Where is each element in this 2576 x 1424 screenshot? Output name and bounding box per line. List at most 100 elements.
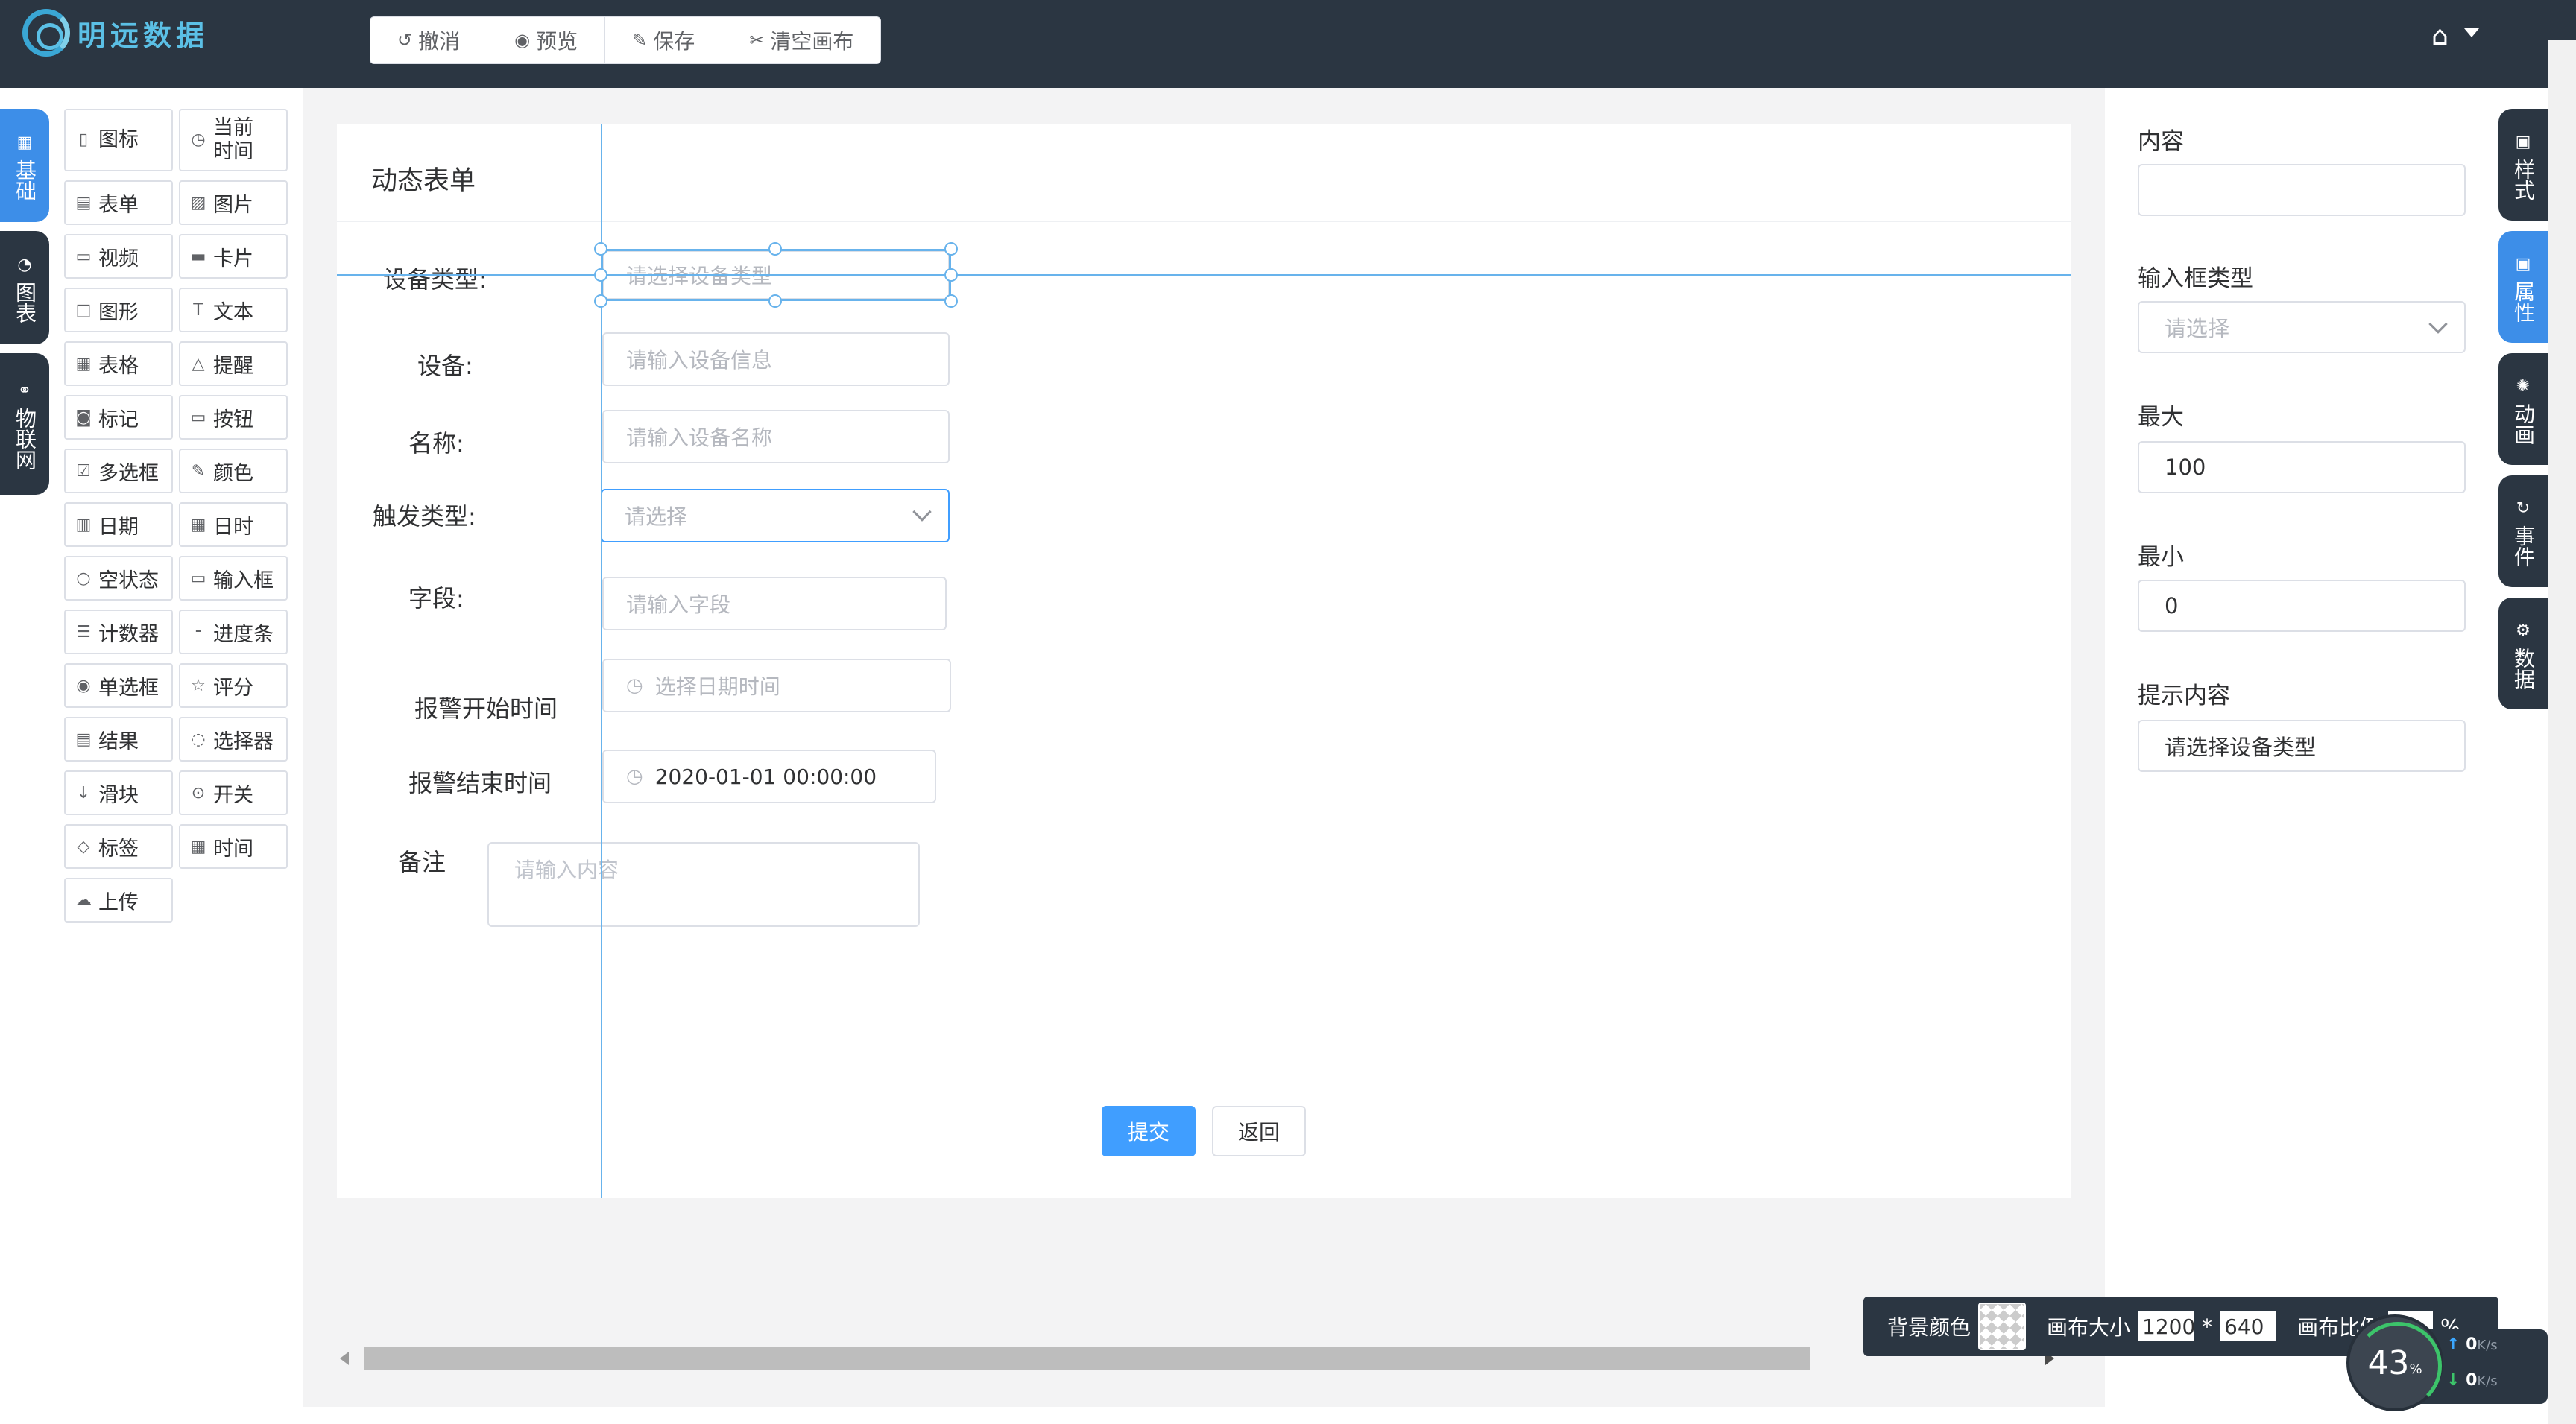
- min-label: 最小: [2138, 544, 2184, 571]
- palette-item-date[interactable]: ▥ 日期: [64, 502, 173, 547]
- right-panel-tabs: ▣ 样式 ▣ 属性 ✺ 动画 ↻ 事件 ⚙ 数据: [2498, 109, 2548, 720]
- palette-item-image[interactable]: ▨ 图片: [179, 180, 288, 225]
- palette-item-selector[interactable]: ◌ 选择器: [179, 717, 288, 762]
- palette-item-checkbox[interactable]: ☑ 多选框: [64, 449, 173, 493]
- palette-label: 滑块: [98, 783, 139, 807]
- calendar-grid-icon: ▦: [190, 515, 206, 534]
- palette-item-switch[interactable]: ⊙ 开关: [179, 770, 288, 815]
- selection-box[interactable]: [601, 249, 951, 301]
- palette-label: 评分: [213, 676, 253, 700]
- logo-text: 明远数据: [78, 19, 209, 52]
- design-canvas[interactable]: 动态表单: [337, 124, 2071, 1198]
- card-icon: ▬: [190, 247, 206, 266]
- palette-item-button[interactable]: ▭ 按钮: [179, 395, 288, 440]
- tab-animation[interactable]: ✺ 动画: [2498, 353, 2548, 465]
- tab-style[interactable]: ▣ 样式: [2498, 109, 2548, 221]
- field-input[interactable]: 请输入字段: [602, 577, 947, 630]
- undo-label: 撤消: [418, 29, 461, 54]
- network-speed-widget[interactable]: ↑ 0K/s ↓ 0K/s 43%: [2346, 1314, 2548, 1411]
- palette-item-marker[interactable]: ◙ 标记: [64, 395, 173, 440]
- palette-item-video[interactable]: ▭ 视频: [64, 234, 173, 279]
- canvas-height-input[interactable]: 640: [2220, 1311, 2277, 1341]
- table-icon: ▦: [75, 354, 92, 373]
- property-panel: 内容 输入框类型 请选择 最大 100 最小 0 提示内容 请选择设备类型: [2105, 88, 2493, 1424]
- max-input[interactable]: 100: [2138, 441, 2466, 493]
- min-input[interactable]: 0: [2138, 580, 2466, 632]
- canvas-width-input[interactable]: 1200: [2138, 1311, 2195, 1341]
- circle-icon: ○: [76, 569, 91, 588]
- input-type-select[interactable]: 请选择: [2138, 301, 2466, 353]
- palette-item-empty[interactable]: ○ 空状态: [64, 556, 173, 601]
- undo-button[interactable]: ↺ 撤消: [370, 17, 488, 63]
- device-input[interactable]: 请输入设备信息: [602, 332, 950, 386]
- palette-item-radio[interactable]: ◉ 单选框: [64, 663, 173, 708]
- logo: 明远数据: [22, 9, 209, 57]
- resize-handle[interactable]: [768, 242, 782, 256]
- alarm-start-datetime-input[interactable]: ◷ 选择日期时间: [602, 659, 951, 712]
- trigger-type-select[interactable]: 请选择: [601, 489, 950, 542]
- resize-handle[interactable]: [594, 242, 607, 256]
- tab-chart-label: 图表: [13, 282, 37, 323]
- palette-item-color[interactable]: ✎ 颜色: [179, 449, 288, 493]
- palette-item-text[interactable]: T 文本: [179, 288, 288, 332]
- bg-color-picker[interactable]: [1978, 1303, 2027, 1350]
- palette-item-table[interactable]: ▦ 表格: [64, 341, 173, 386]
- max-label: 最大: [2138, 404, 2184, 431]
- palette-item-progress[interactable]: ⁃ 进度条: [179, 610, 288, 654]
- clear-canvas-button[interactable]: ✂ 清空画布: [722, 17, 880, 63]
- resize-handle[interactable]: [594, 294, 607, 308]
- note-textarea[interactable]: 请输入内容: [487, 842, 920, 927]
- preview-label: 预览: [536, 29, 578, 54]
- resize-handle[interactable]: [944, 268, 958, 282]
- palette-item-result[interactable]: ▤ 结果: [64, 717, 173, 762]
- palette-label: 提醒: [213, 354, 253, 378]
- horizontal-scrollbar[interactable]: [340, 1347, 2054, 1370]
- tab-event[interactable]: ↻ 事件: [2498, 475, 2548, 587]
- palette-item-alert[interactable]: △ 提醒: [179, 341, 288, 386]
- palette-item-card[interactable]: ▬ 卡片: [179, 234, 288, 279]
- palette-item-icon[interactable]: ▯ 图标: [64, 109, 173, 171]
- palette-label: 多选框: [98, 461, 159, 485]
- palette-item-time[interactable]: ▦ 时间: [179, 824, 288, 869]
- scroll-left-icon[interactable]: [340, 1352, 349, 1365]
- input-type-placeholder: 请选择: [2165, 316, 2230, 341]
- palette-item-input[interactable]: ▭ 输入框: [179, 556, 288, 601]
- palette-label: 按钮: [213, 408, 253, 431]
- palette-item-rate[interactable]: ☆ 评分: [179, 663, 288, 708]
- tab-basic[interactable]: ▦ 基础: [0, 109, 49, 222]
- palette-item-form[interactable]: ▤ 表单: [64, 180, 173, 225]
- resize-handle[interactable]: [944, 294, 958, 308]
- scrollbar-thumb[interactable]: [364, 1347, 1810, 1370]
- resize-handle[interactable]: [768, 294, 782, 308]
- palette-item-shape[interactable]: □ 图形: [64, 288, 173, 332]
- tab-iot[interactable]: ⚭ 物联网: [0, 353, 49, 495]
- palette-item-current-time[interactable]: ◷ 当前时间: [179, 109, 288, 171]
- time-icon: ▦: [190, 837, 206, 856]
- vertical-scrollbar[interactable]: [2548, 40, 2576, 1424]
- clock-icon: ◷: [191, 130, 206, 149]
- back-button[interactable]: 返回: [1212, 1106, 1306, 1156]
- device-type-label: 设备类型:: [383, 265, 487, 294]
- alarm-end-datetime-input[interactable]: ◷ 2020-01-01 00:00:00: [602, 750, 936, 803]
- home-dropdown-icon[interactable]: [2464, 28, 2479, 37]
- resize-handle[interactable]: [944, 242, 958, 256]
- palette-item-counter[interactable]: ☰ 计数器: [64, 610, 173, 654]
- tab-data[interactable]: ⚙ 数据: [2498, 598, 2548, 709]
- palette-item-datetime[interactable]: ▦ 日时: [179, 502, 288, 547]
- name-input[interactable]: 请输入设备名称: [602, 410, 950, 463]
- palette-item-tag[interactable]: ◇ 标签: [64, 824, 173, 869]
- home-icon[interactable]: ⌂: [2431, 21, 2449, 51]
- tab-property[interactable]: ▣ 属性: [2498, 231, 2548, 343]
- left-category-tabs: ▦ 基础 ◔ 图表 ⚭ 物联网: [0, 109, 49, 504]
- tab-chart[interactable]: ◔ 图表: [0, 231, 49, 344]
- palette-label: 输入框: [213, 569, 274, 592]
- resize-handle[interactable]: [594, 268, 607, 282]
- save-button[interactable]: ✎ 保存: [605, 17, 723, 63]
- submit-button[interactable]: 提交: [1102, 1106, 1196, 1156]
- palette-item-upload[interactable]: ☁ 上传: [64, 878, 173, 923]
- text-icon: T: [193, 300, 203, 320]
- content-input[interactable]: [2138, 164, 2466, 216]
- palette-item-slider[interactable]: ↓ 滑块: [64, 770, 173, 815]
- hint-input[interactable]: 请选择设备类型: [2138, 720, 2466, 772]
- preview-button[interactable]: ◉ 预览: [487, 17, 606, 63]
